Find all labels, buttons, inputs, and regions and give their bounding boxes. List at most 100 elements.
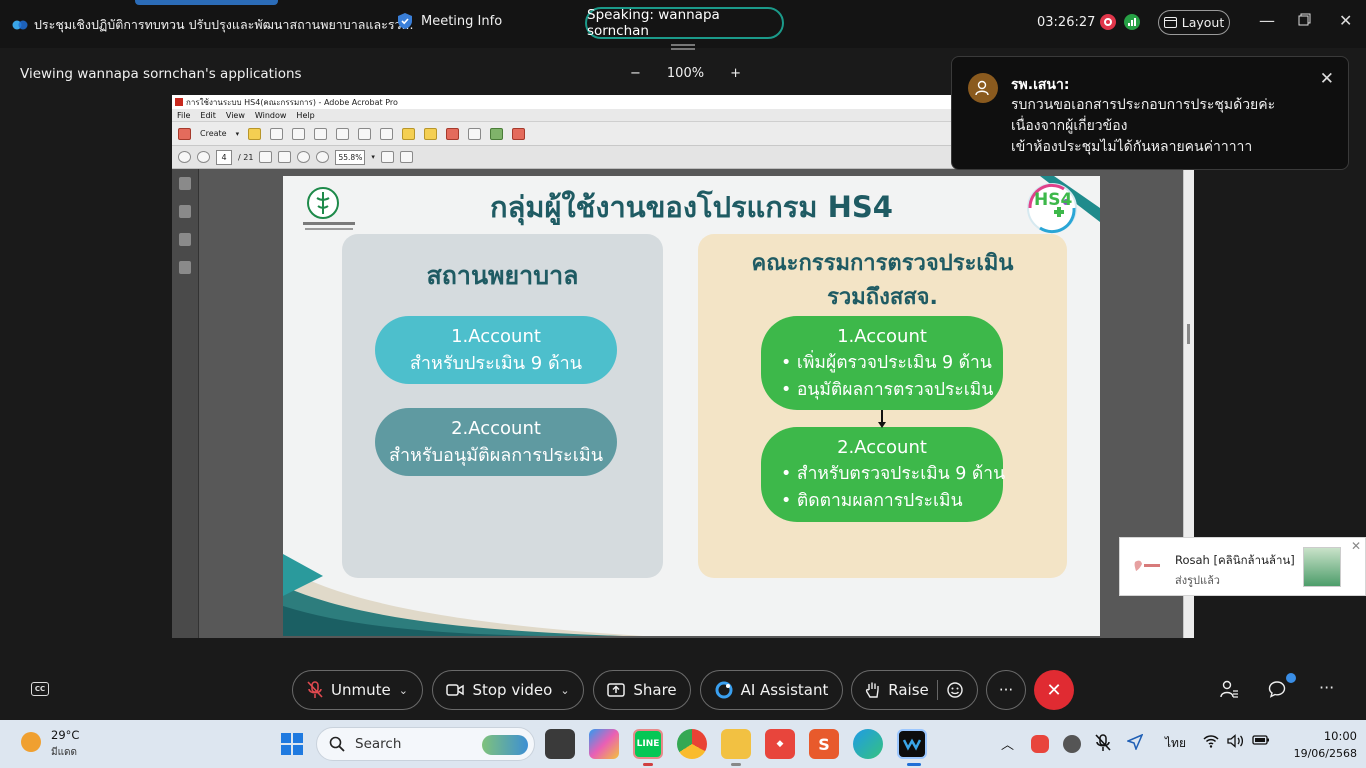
weather-sun-icon[interactable]: [21, 732, 41, 752]
chat-notification[interactable]: รพ.เสนา: รบกวนขอเอกสารประกอบการประชุมด้ว…: [951, 56, 1349, 170]
task-view-icon[interactable]: [545, 729, 575, 759]
chevron-down-icon[interactable]: ⌄: [560, 684, 569, 697]
share-button[interactable]: Share: [593, 670, 691, 710]
sign-icon[interactable]: [446, 127, 460, 140]
acrobat-window-title: การใช้งานระบบ HS4(คณะกรรมการ) - Adobe Ac…: [186, 97, 398, 107]
weather-temperature[interactable]: 29°C: [51, 728, 79, 742]
ai-assistant-button[interactable]: AI Assistant: [700, 670, 843, 710]
pages-panel-icon[interactable]: [179, 177, 191, 190]
taskbar-search[interactable]: Search: [316, 727, 535, 761]
meeting-info-button[interactable]: Meeting Info: [397, 12, 502, 30]
print-icon[interactable]: [314, 127, 328, 140]
recording-icon[interactable]: [1100, 14, 1116, 30]
stop-video-button[interactable]: Stop video ⌄: [432, 670, 584, 710]
highlight-icon[interactable]: [424, 127, 438, 140]
closed-captions-button[interactable]: CC: [31, 682, 49, 696]
open-folder-icon[interactable]: [248, 127, 262, 140]
zoom-value-input[interactable]: 55.8%: [335, 149, 366, 165]
reactions-icon[interactable]: [946, 681, 964, 699]
microphone-muted-icon[interactable]: [1095, 734, 1111, 756]
more-panel-icon[interactable]: ···: [1319, 678, 1334, 697]
line-message-toast[interactable]: Rosah [คลินิกล้านล้าน] ส่งรูปแล้ว ✕: [1119, 537, 1366, 596]
anydesk-icon[interactable]: ◆: [765, 729, 795, 759]
zoom-in-icon[interactable]: [316, 151, 330, 163]
scrollbar-thumb[interactable]: [1187, 324, 1190, 344]
zoom-in-button[interactable]: +: [730, 66, 741, 81]
create-button[interactable]: Create: [200, 129, 227, 138]
layout-button[interactable]: Layout: [1158, 10, 1230, 35]
forms-icon[interactable]: [468, 127, 482, 140]
meeting-title: ประชุมเชิงปฏิบัติการทบทวน ปรับปรุงและพัฒ…: [34, 17, 414, 32]
unmute-button[interactable]: Unmute ⌄: [292, 670, 423, 710]
menu-file[interactable]: File: [177, 111, 190, 120]
zoom-dropdown-icon[interactable]: ▾: [371, 153, 375, 161]
location-icon[interactable]: [1125, 733, 1144, 754]
menu-help[interactable]: Help: [296, 111, 314, 120]
chat-sender-name: รพ.เสนา:: [1011, 77, 1070, 93]
video-camera-icon: [446, 684, 465, 696]
zoom-out-icon[interactable]: [297, 151, 311, 163]
line-app-icon[interactable]: LINE: [633, 729, 663, 759]
right-panel-heading-line2: รวมถึงสสจ.: [827, 285, 938, 310]
signatures-panel-icon[interactable]: [179, 261, 191, 274]
next-page-icon[interactable]: [197, 151, 210, 163]
meeting-top-bar: ประชุมเชิงปฏิบัติการทบทวน ปรับปรุงและพัฒ…: [0, 0, 1366, 48]
raise-divider: [936, 680, 938, 700]
volume-icon[interactable]: [1227, 734, 1245, 752]
copilot-icon[interactable]: [589, 729, 619, 759]
network-health-icon[interactable]: [1124, 14, 1140, 30]
onedrive-warning-icon[interactable]: [1063, 735, 1081, 753]
show-hidden-icons-chevron-icon[interactable]: ︿: [1001, 734, 1014, 753]
review-icon[interactable]: [512, 127, 526, 140]
chat-icon[interactable]: [1268, 680, 1286, 702]
edit-icon[interactable]: [336, 127, 350, 140]
restore-icon[interactable]: [1298, 11, 1311, 30]
export-icon[interactable]: [490, 127, 504, 140]
raise-hand-icon: [866, 682, 879, 698]
settings-icon[interactable]: [380, 127, 394, 140]
battery-icon[interactable]: [1252, 734, 1270, 750]
close-icon[interactable]: ✕: [1320, 69, 1334, 89]
chevron-down-icon[interactable]: ⌄: [399, 684, 408, 697]
wifi-icon[interactable]: [1203, 734, 1219, 752]
taskbar-date[interactable]: 19/06/2568: [1285, 747, 1357, 760]
minimize-icon[interactable]: —: [1259, 11, 1275, 30]
anydesk-tray-icon[interactable]: [1031, 735, 1049, 753]
drag-handle[interactable]: [671, 44, 695, 50]
taskbar-clock[interactable]: 10:00: [1311, 729, 1357, 743]
email-icon[interactable]: [358, 127, 372, 140]
raise-hand-button[interactable]: Raise: [851, 670, 978, 710]
toast-close-icon[interactable]: ✕: [1351, 539, 1361, 553]
attachments-panel-icon[interactable]: [179, 233, 191, 246]
bookmarks-panel-icon[interactable]: [179, 205, 191, 218]
comment-icon[interactable]: [402, 127, 416, 140]
upload-icon[interactable]: [292, 127, 306, 140]
menu-view[interactable]: View: [226, 111, 245, 120]
end-call-button[interactable]: ✕: [1034, 670, 1074, 710]
page-number-input[interactable]: 4: [216, 149, 232, 165]
participants-icon[interactable]: [1219, 680, 1239, 702]
hs4-logo-icon: HS4: [1024, 182, 1080, 234]
fit-page-icon[interactable]: [380, 151, 394, 163]
hand-tool-icon[interactable]: [278, 151, 292, 163]
menu-edit[interactable]: Edit: [200, 111, 216, 120]
wps-office-icon[interactable]: S: [809, 729, 839, 759]
prev-page-icon[interactable]: [178, 151, 191, 163]
select-tool-icon[interactable]: [259, 151, 273, 163]
webex-app-icon[interactable]: [897, 729, 927, 759]
create-dropdown-icon[interactable]: ▾: [236, 130, 240, 138]
edge-icon[interactable]: [853, 729, 883, 759]
committee-account-1-bullet-2: • อนุมัติผลการตรวจประเมิน: [781, 379, 994, 400]
menu-window[interactable]: Window: [255, 111, 287, 120]
chrome-icon[interactable]: [677, 729, 707, 759]
weather-description[interactable]: มีแดด: [51, 745, 77, 760]
file-explorer-icon[interactable]: [721, 729, 751, 759]
more-options-button[interactable]: ···: [986, 670, 1026, 710]
input-language[interactable]: ไทย: [1165, 734, 1186, 753]
zoom-out-button[interactable]: −: [630, 66, 641, 81]
search-icon: [329, 736, 345, 752]
close-window-icon[interactable]: ✕: [1339, 11, 1352, 30]
save-icon[interactable]: [270, 127, 284, 140]
windows-start-icon[interactable]: [281, 733, 303, 755]
full-screen-icon[interactable]: [399, 151, 413, 163]
